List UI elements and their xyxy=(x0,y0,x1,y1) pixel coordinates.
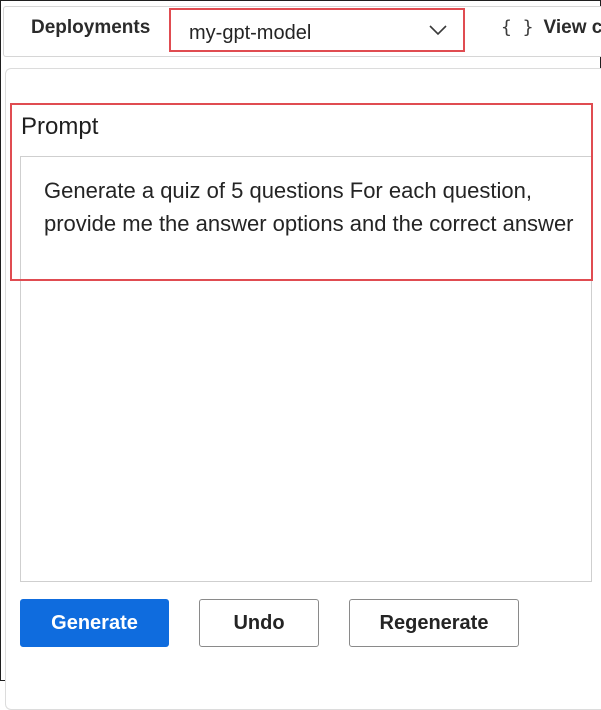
generate-button[interactable]: Generate xyxy=(20,599,169,647)
prompt-input[interactable]: Generate a quiz of 5 questions For each … xyxy=(20,156,592,582)
undo-button[interactable]: Undo xyxy=(199,599,319,647)
regenerate-button[interactable]: Regenerate xyxy=(349,599,519,647)
deployments-label: Deployments xyxy=(31,17,151,38)
code-braces-icon: { } xyxy=(501,17,534,38)
prompt-title: Prompt xyxy=(21,113,99,140)
prompt-input-text: Generate a quiz of 5 questions For each … xyxy=(44,178,574,236)
chevron-down-icon xyxy=(429,25,447,36)
view-code-button[interactable]: { } View c xyxy=(501,17,601,39)
deployment-selected-value: my-gpt-model xyxy=(189,22,312,44)
view-code-label: View c xyxy=(543,17,601,38)
deployment-dropdown[interactable]: my-gpt-model xyxy=(169,8,465,52)
